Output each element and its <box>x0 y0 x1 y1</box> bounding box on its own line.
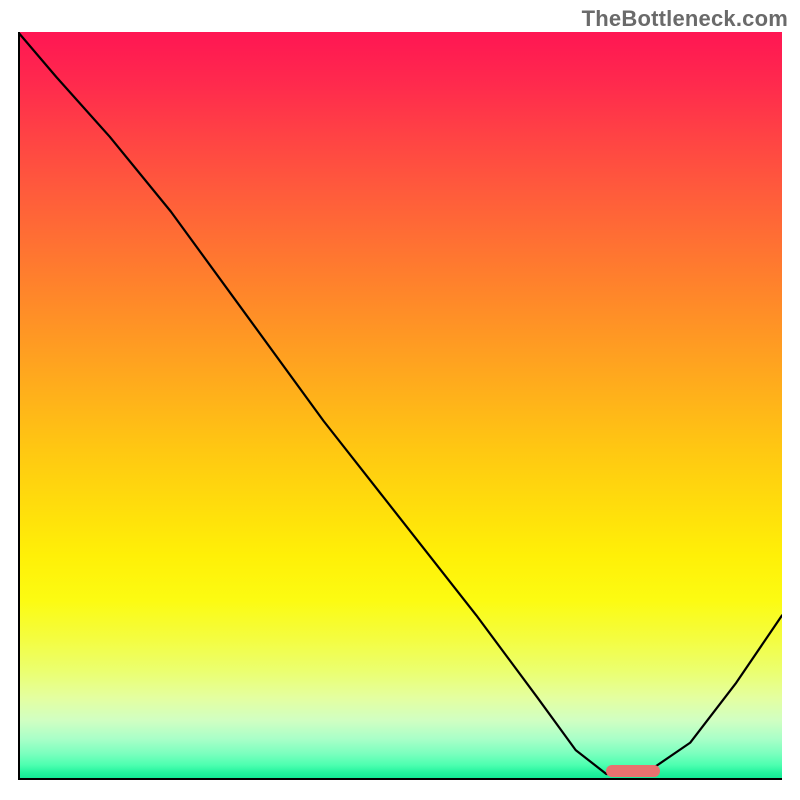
chart-plot-area <box>18 32 782 780</box>
bottleneck-curve-line <box>18 32 782 774</box>
x-axis <box>18 778 782 780</box>
optimal-range-marker <box>606 765 659 777</box>
watermark-text: TheBottleneck.com <box>582 6 788 32</box>
chart-curve-svg <box>18 32 782 780</box>
y-axis <box>18 32 20 780</box>
